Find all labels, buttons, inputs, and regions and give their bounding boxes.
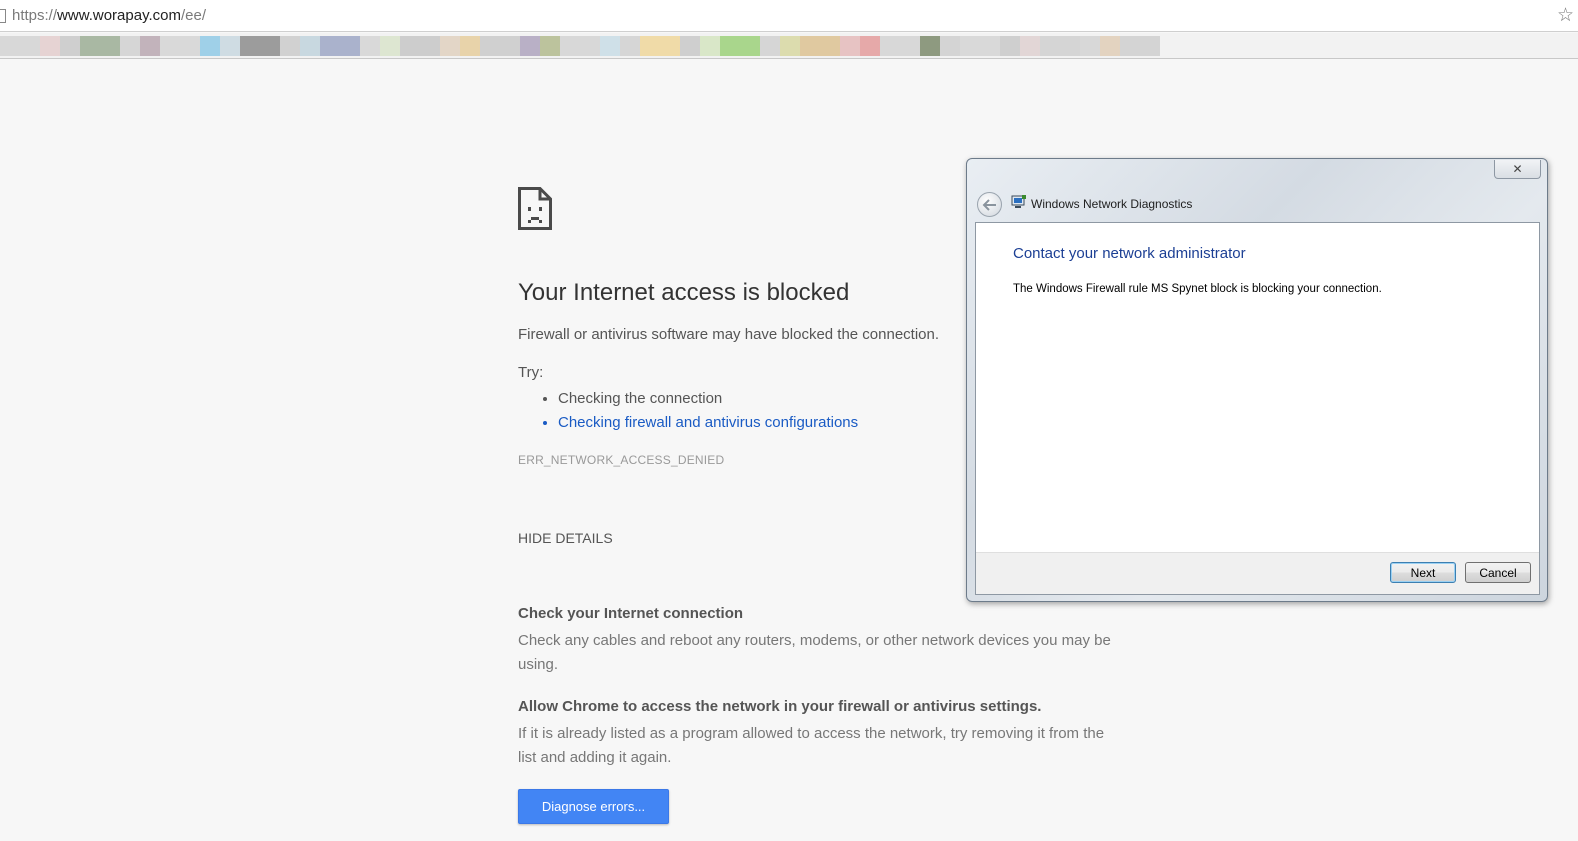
error-code: ERR_NETWORK_ACCESS_DENIED	[518, 453, 725, 467]
address-bar[interactable]: https://www.worapay.com/ee/ ☆	[0, 0, 1578, 32]
try-label: Try:	[518, 364, 544, 381]
dialog-message: The Windows Firewall rule MS Spynet bloc…	[1013, 283, 1382, 295]
bookmark-item[interactable]	[780, 36, 800, 56]
bookmark-item[interactable]	[460, 36, 480, 56]
bookmark-item[interactable]	[860, 36, 880, 56]
bookmark-item[interactable]	[120, 36, 140, 56]
bookmark-item[interactable]	[400, 36, 440, 56]
bookmark-item[interactable]	[540, 36, 560, 56]
bookmark-item[interactable]	[720, 36, 760, 56]
bookmark-item[interactable]	[680, 36, 700, 56]
close-icon[interactable]: ✕	[1494, 160, 1541, 179]
cancel-button[interactable]: Cancel	[1465, 562, 1531, 583]
bookmark-item[interactable]	[700, 36, 720, 56]
bookmark-item[interactable]	[560, 36, 600, 56]
bookmark-star-icon[interactable]: ☆	[1557, 4, 1574, 27]
bookmark-item[interactable]	[600, 36, 620, 56]
details-heading-firewall: Allow Chrome to access the network in yo…	[518, 698, 1042, 715]
error-title: Your Internet access is blocked	[518, 279, 850, 306]
bookmark-item[interactable]	[1040, 36, 1080, 56]
bookmark-item[interactable]	[880, 36, 920, 56]
bookmark-item[interactable]	[200, 36, 220, 56]
bookmark-item[interactable]	[840, 36, 860, 56]
diagnose-errors-button[interactable]: Diagnose errors...	[518, 789, 669, 824]
dialog-window-title: Windows Network Diagnostics	[1031, 197, 1193, 211]
suggestion-firewall-link[interactable]: Checking firewall and antivirus configur…	[558, 411, 858, 435]
suggestion-check-connection: Checking the connection	[558, 387, 858, 411]
bookmark-item[interactable]	[760, 36, 780, 56]
url-scheme: https://	[12, 7, 58, 24]
bookmark-item[interactable]	[240, 36, 280, 56]
bookmark-item[interactable]	[1100, 36, 1120, 56]
bookmark-item[interactable]	[920, 36, 940, 56]
bookmark-item[interactable]	[60, 36, 80, 56]
bookmark-item[interactable]	[300, 36, 320, 56]
bookmark-item[interactable]	[1080, 36, 1100, 56]
bookmark-item[interactable]	[280, 36, 300, 56]
back-arrow-icon	[982, 199, 996, 211]
suggestion-list: Checking the connection Checking firewal…	[538, 387, 858, 435]
bookmark-item[interactable]	[520, 36, 540, 56]
details-body-firewall: If it is already listed as a program all…	[518, 725, 1105, 766]
bookmark-item[interactable]	[0, 36, 40, 56]
bookmark-item[interactable]	[940, 36, 960, 56]
network-diagnostics-icon	[1011, 195, 1026, 208]
bookmark-item[interactable]	[620, 36, 640, 56]
back-arrow-button[interactable]	[977, 192, 1002, 217]
bookmark-item[interactable]	[220, 36, 240, 56]
bookmark-item[interactable]	[80, 36, 120, 56]
bookmark-item[interactable]	[640, 36, 680, 56]
error-description: Firewall or antivirus software may have …	[518, 326, 940, 343]
bookmark-item[interactable]	[320, 36, 360, 56]
bookmark-item[interactable]	[1120, 36, 1160, 56]
bookmark-item[interactable]	[440, 36, 460, 56]
bookmark-item[interactable]	[160, 36, 200, 56]
bookmark-item[interactable]	[140, 36, 160, 56]
next-button[interactable]: Next	[1390, 562, 1456, 583]
bookmark-item[interactable]	[1020, 36, 1040, 56]
hide-details-button[interactable]: HIDE DETAILS	[518, 530, 613, 546]
lock-icon	[0, 9, 6, 23]
details-body-connection: Check any cables and reboot any routers,…	[518, 632, 1111, 673]
dialog-heading: Contact your network administrator	[1013, 245, 1246, 262]
bookmark-item[interactable]	[1000, 36, 1020, 56]
bookmark-item[interactable]	[360, 36, 380, 56]
network-diagnostics-dialog: ✕ Windows Network Diagnostics Contact yo…	[966, 158, 1548, 602]
bookmarks-bar	[0, 33, 1578, 59]
dialog-content-panel: Contact your network administrator The W…	[975, 222, 1540, 595]
url-path: /ee/	[180, 7, 206, 24]
dialog-footer: Next Cancel	[976, 552, 1539, 594]
bookmark-item[interactable]	[480, 36, 520, 56]
url-text[interactable]: https://www.worapay.com/ee/	[12, 7, 206, 24]
bookmark-item[interactable]	[960, 36, 1000, 56]
details-heading-connection: Check your Internet connection	[518, 605, 744, 622]
bookmark-item[interactable]	[40, 36, 60, 56]
bookmark-item[interactable]	[800, 36, 840, 56]
bookmark-item[interactable]	[380, 36, 400, 56]
sad-page-icon	[518, 187, 552, 230]
url-host: www.worapay.com	[57, 7, 181, 24]
